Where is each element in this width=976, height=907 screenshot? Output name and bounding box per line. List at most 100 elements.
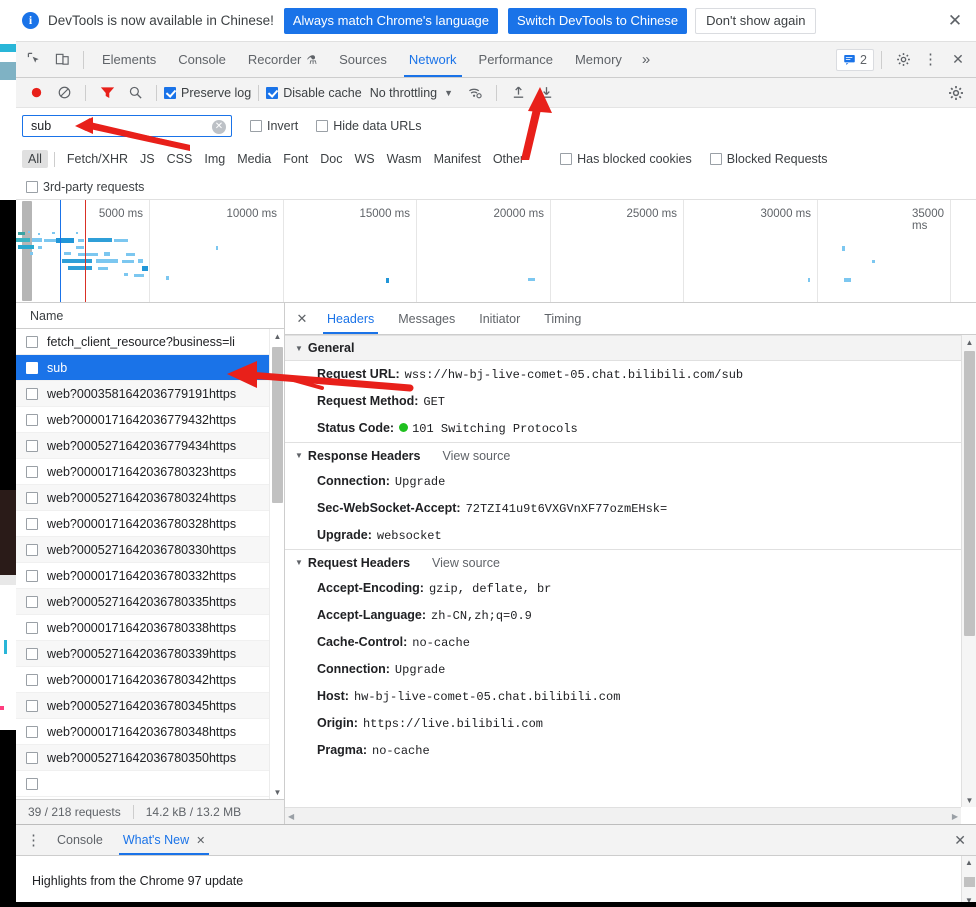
row-checkbox[interactable] [26, 725, 38, 738]
tab-network[interactable]: Network [398, 42, 468, 77]
scrollbar-thumb[interactable] [963, 876, 975, 887]
table-row[interactable]: web?0000171642036780348https [16, 719, 284, 745]
row-checkbox[interactable] [26, 621, 38, 634]
type-filter-ws[interactable]: WS [348, 150, 380, 168]
row-checkbox[interactable] [26, 595, 38, 608]
scroll-down-icon[interactable]: ▼ [270, 785, 284, 799]
banner-close-icon[interactable]: ✕ [942, 8, 968, 34]
scrollbar-thumb[interactable] [272, 347, 283, 503]
throttling-select[interactable]: No throttling [370, 86, 437, 100]
gear-icon[interactable] [889, 46, 917, 74]
table-row[interactable]: web?0005271642036780324https [16, 485, 284, 511]
scroll-down-icon[interactable]: ▼ [962, 793, 976, 807]
row-checkbox[interactable] [26, 517, 38, 530]
tab-initiator[interactable]: Initiator [467, 303, 532, 334]
table-row[interactable] [16, 771, 284, 797]
network-settings-gear-icon[interactable] [942, 79, 970, 107]
drawer-menu-icon[interactable]: ⋮ [20, 833, 47, 848]
has-blocked-cookies-checkbox[interactable]: Has blocked cookies [560, 152, 692, 166]
section-response-headers-header[interactable]: ▼ Response Headers View source [285, 442, 961, 468]
table-row[interactable]: web?0005271642036780350https [16, 745, 284, 771]
tab-sources[interactable]: Sources [328, 42, 398, 77]
clear-icon[interactable] [50, 79, 78, 107]
table-row[interactable]: web?0000171642036780338https [16, 615, 284, 641]
row-checkbox[interactable] [26, 465, 38, 478]
row-checkbox[interactable] [26, 413, 38, 426]
switch-to-chinese-button[interactable]: Switch DevTools to Chinese [508, 7, 688, 34]
devtools-close-icon[interactable]: ✕ [944, 46, 972, 74]
row-checkbox[interactable] [26, 543, 38, 556]
table-row[interactable]: web?0005271642036779434https [16, 433, 284, 459]
view-source-response[interactable]: View source [442, 449, 510, 463]
invert-checkbox[interactable]: Invert [250, 119, 298, 133]
dont-show-again-button[interactable]: Don't show again [695, 7, 817, 34]
row-checkbox[interactable] [26, 569, 38, 582]
table-row[interactable]: web?0000171642036780328https [16, 511, 284, 537]
scroll-up-icon[interactable]: ▲ [965, 858, 973, 867]
disable-cache-checkbox[interactable]: Disable cache [266, 86, 362, 100]
table-row[interactable]: fetch_client_resource?business=li [16, 329, 284, 355]
row-checkbox[interactable] [26, 673, 38, 686]
scrollbar-thumb[interactable] [964, 351, 975, 636]
record-icon[interactable] [22, 79, 50, 107]
scroll-right-icon[interactable]: ▶ [952, 812, 958, 821]
row-checkbox[interactable] [26, 777, 38, 790]
request-list-header[interactable]: Name [16, 303, 284, 329]
chevron-down-icon[interactable]: ▼ [444, 88, 453, 98]
device-toolbar-icon[interactable] [48, 46, 76, 74]
request-list-scrollbar[interactable]: ▲ ▼ [269, 329, 284, 799]
table-row[interactable]: web?0005271642036780335https [16, 589, 284, 615]
row-checkbox[interactable] [26, 387, 38, 400]
type-filter-font[interactable]: Font [277, 150, 314, 168]
more-tabs-icon[interactable]: » [633, 51, 659, 68]
type-filter-all[interactable]: All [22, 150, 48, 168]
third-party-requests-checkbox[interactable]: 3rd-party requests [26, 180, 144, 194]
search-icon[interactable] [121, 79, 149, 107]
tab-messages[interactable]: Messages [386, 303, 467, 334]
detail-close-icon[interactable]: ✕ [289, 306, 315, 332]
detail-vertical-scrollbar[interactable]: ▲ ▼ [961, 335, 976, 807]
table-row[interactable]: web?0000171642036779432https [16, 407, 284, 433]
scroll-up-icon[interactable]: ▲ [962, 335, 976, 349]
type-filter-fetch-xhr[interactable]: Fetch/XHR [61, 150, 134, 168]
drawer-tab-console[interactable]: Console [47, 825, 113, 855]
always-match-language-button[interactable]: Always match Chrome's language [283, 7, 499, 34]
row-checkbox[interactable] [26, 361, 38, 374]
type-filter-media[interactable]: Media [231, 150, 277, 168]
tab-memory[interactable]: Memory [564, 42, 633, 77]
import-har-icon[interactable] [504, 79, 532, 107]
type-filter-doc[interactable]: Doc [314, 150, 348, 168]
row-checkbox[interactable] [26, 491, 38, 504]
filter-icon[interactable] [93, 79, 121, 107]
table-row-selected[interactable]: sub [16, 355, 284, 381]
clear-filter-icon[interactable]: ✕ [212, 120, 226, 134]
table-row[interactable]: web?0005271642036780339https [16, 641, 284, 667]
scroll-left-icon[interactable]: ◀ [288, 812, 294, 821]
main-menu-icon[interactable]: ⋮ [917, 52, 944, 67]
filter-input-wrapper[interactable]: ✕ [22, 115, 232, 137]
tab-timing[interactable]: Timing [532, 303, 593, 334]
tab-headers[interactable]: Headers [315, 303, 386, 334]
hide-data-urls-checkbox[interactable]: Hide data URLs [316, 119, 422, 133]
tab-console[interactable]: Console [167, 42, 237, 77]
row-checkbox[interactable] [26, 699, 38, 712]
tab-recorder[interactable]: Recorder ⚗ [237, 42, 328, 77]
type-filter-manifest[interactable]: Manifest [428, 150, 487, 168]
blocked-requests-checkbox[interactable]: Blocked Requests [709, 152, 828, 166]
section-general-header[interactable]: ▼ General [285, 335, 961, 361]
table-row[interactable]: web?0000171642036780342https [16, 667, 284, 693]
drawer-tab-whats-new[interactable]: What's New ✕ [113, 825, 216, 855]
tab-elements[interactable]: Elements [91, 42, 167, 77]
type-filter-css[interactable]: CSS [161, 150, 199, 168]
drawer-close-icon[interactable]: ✕ [954, 832, 976, 849]
drawer-scrollbar[interactable]: ▲ ▼ [961, 856, 976, 907]
table-row[interactable]: web?0005271642036780330https [16, 537, 284, 563]
preserve-log-checkbox[interactable]: Preserve log [164, 86, 251, 100]
network-overview[interactable]: 5000 ms 10000 ms 15000 ms 20000 ms 25000… [16, 200, 976, 303]
table-row[interactable]: web?0000171642036780332https [16, 563, 284, 589]
issues-badge[interactable]: 2 [836, 48, 874, 71]
detail-horizontal-scrollbar[interactable]: ◀ ▶ [285, 807, 961, 824]
row-checkbox[interactable] [26, 647, 38, 660]
row-checkbox[interactable] [26, 439, 38, 452]
export-har-icon[interactable] [532, 79, 560, 107]
